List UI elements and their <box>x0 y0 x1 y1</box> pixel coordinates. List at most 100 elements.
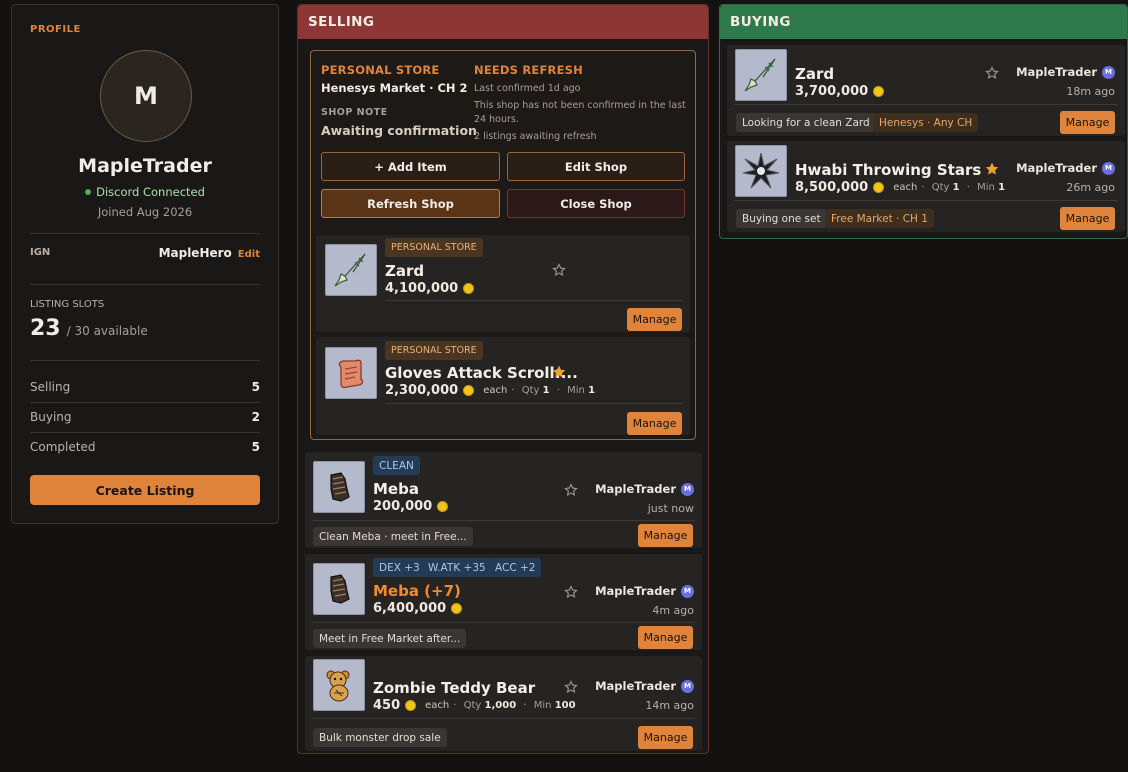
card-separator <box>734 104 1118 105</box>
divider <box>30 284 260 285</box>
listing-note: Clean Meba · meet in Free... <box>313 527 473 546</box>
listing-card[interactable]: Zard 3,700,000 MapleTrader M 18m ago Look… <box>727 45 1125 136</box>
meso-coin-icon <box>873 86 885 97</box>
each-label: each <box>893 182 918 193</box>
item-name: Zard <box>795 65 835 83</box>
slots-available: / 30 available <box>66 324 148 338</box>
stat-label: Buying <box>30 410 72 424</box>
profile-panel: PROFILE M MapleTrader Discord Connected … <box>11 4 279 524</box>
listing-time: 26m ago <box>1066 181 1115 194</box>
meso-coin-icon <box>451 603 463 614</box>
edit-shop-button[interactable]: Edit Shop <box>507 152 685 181</box>
close-shop-button[interactable]: Close Shop <box>507 189 685 218</box>
glove-icon <box>313 461 365 513</box>
status-dot-icon <box>85 189 92 195</box>
card-separator <box>312 520 695 521</box>
stat-completed: Completed 5 <box>30 440 260 454</box>
manage-button[interactable]: Manage <box>627 308 682 331</box>
stat-label: Selling <box>30 380 71 394</box>
ign-value: MapleHero <box>158 246 232 260</box>
listing-time: 18m ago <box>1066 85 1115 98</box>
slots-count: 23 <box>30 316 61 341</box>
manage-button[interactable]: Manage <box>638 626 693 649</box>
tag-stat: W.ATK +35 <box>422 558 492 577</box>
card-separator <box>385 300 683 301</box>
listing-card[interactable]: Hwabi Throwing Stars 8,500,000 each · Qty … <box>727 141 1125 232</box>
seller-name: MapleTrader <box>595 482 676 496</box>
slots-count-row: 23 / 30 available <box>30 316 148 341</box>
ign-value-row: MapleHero Edit <box>159 246 260 260</box>
star-outline-icon[interactable] <box>564 585 578 599</box>
store-item-card[interactable]: PERSONAL STORE Zard 4,100,000 Manage <box>316 235 690 332</box>
card-separator <box>734 200 1118 201</box>
item-price: 6,400,000 <box>373 601 447 616</box>
verified-badge-icon: M <box>1102 65 1115 79</box>
listing-card[interactable]: CLEAN Meba 200,000 MapleTrader M just now… <box>305 452 702 548</box>
item-quantity: each · Qty 1 · Min 1 <box>483 385 596 396</box>
star-outline-icon[interactable] <box>985 66 999 80</box>
seller-name: MapleTrader <box>1016 161 1097 175</box>
min-label: Min <box>533 700 552 711</box>
selling-header: SELLING <box>298 5 708 39</box>
item-price-row: 8,500,000 each · Qty 1 · Min 1 <box>795 180 1005 195</box>
manage-button[interactable]: Manage <box>638 726 693 749</box>
min-value: 1 <box>588 385 596 396</box>
teddy-bear-icon <box>313 659 365 711</box>
create-listing-button[interactable]: Create Listing <box>30 475 260 505</box>
seller: MapleTrader M <box>1016 65 1115 79</box>
item-price-row: 2,300,000 each · Qty 1 · Min 1 <box>385 383 595 398</box>
item-name: Meba (+7) <box>373 582 461 600</box>
min-label: Min <box>567 385 585 396</box>
seller: MapleTrader M <box>1016 161 1115 175</box>
item-price: 3,700,000 <box>795 84 869 99</box>
verified-badge-icon: M <box>681 482 694 496</box>
manage-button[interactable]: Manage <box>1060 111 1115 134</box>
ign-label: IGN <box>30 247 51 258</box>
joined-date: Joined Aug 2026 <box>97 205 193 219</box>
star-outline-icon[interactable] <box>552 263 566 277</box>
min-value: 1 <box>998 182 1006 193</box>
stat-value: 2 <box>251 410 260 424</box>
zard-icon <box>325 244 377 296</box>
item-price-row: 4,100,000 <box>385 281 475 296</box>
manage-button[interactable]: Manage <box>1060 207 1115 230</box>
item-price: 450 <box>373 698 401 713</box>
stat-label: Completed <box>30 440 96 454</box>
seller-name: MapleTrader <box>595 584 676 598</box>
listing-card[interactable]: Zombie Teddy Bear 450 each · Qty 1,000 · M… <box>305 656 702 751</box>
card-separator <box>312 622 695 623</box>
last-confirmed: Last confirmed 1d ago <box>474 83 581 94</box>
divider <box>30 233 260 234</box>
star-filled-icon[interactable] <box>552 365 566 379</box>
seller: MapleTrader M <box>595 482 694 496</box>
qty-value: 1,000 <box>484 700 517 711</box>
listing-card[interactable]: DEX +3 W.ATK +35 ACC +2 Meba (+7) 6,400,… <box>305 554 702 650</box>
shop-note-label: SHOP NOTE <box>321 107 388 118</box>
refresh-shop-button[interactable]: Refresh Shop <box>321 189 500 218</box>
ign-edit-link[interactable]: Edit <box>238 249 260 260</box>
meso-coin-icon <box>463 283 475 294</box>
divider <box>30 432 260 433</box>
stat-buying: Buying 2 <box>30 410 260 424</box>
refresh-warning: This shop has not been confirmed in the … <box>474 100 686 125</box>
location-tag: Free Market · CH 1 <box>825 209 934 228</box>
listing-time: 14m ago <box>645 699 694 712</box>
stat-value: 5 <box>251 440 260 454</box>
add-item-button[interactable]: + Add Item <box>321 152 500 181</box>
star-outline-icon[interactable] <box>564 680 578 694</box>
verified-badge-icon: M <box>1102 161 1115 175</box>
discord-status-text: Discord Connected <box>96 185 205 199</box>
item-quantity: each · Qty 1 · Min 1 <box>893 182 1006 193</box>
verified-badge-icon: M <box>681 584 694 598</box>
verified-badge-icon: M <box>681 679 694 693</box>
star-outline-icon[interactable] <box>564 483 578 497</box>
listing-time: 4m ago <box>652 604 694 617</box>
discord-status: Discord Connected <box>12 185 278 199</box>
location-tag: Henesys · Any CH <box>873 113 979 132</box>
manage-button[interactable]: Manage <box>638 524 693 547</box>
star-filled-icon[interactable] <box>985 162 999 176</box>
manage-button[interactable]: Manage <box>627 412 682 435</box>
item-quantity: each · Qty 1,000 · Min 100 <box>425 700 576 711</box>
store-item-card[interactable]: PERSONAL STORE Gloves Attack Scroll:... … <box>316 337 690 435</box>
item-price: 8,500,000 <box>795 180 869 195</box>
